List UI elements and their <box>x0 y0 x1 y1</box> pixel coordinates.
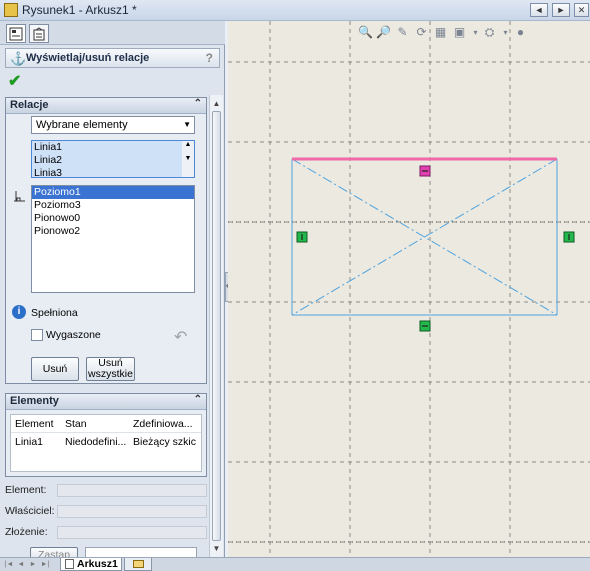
relations-group-header[interactable]: Relacje ⌃ <box>6 98 206 114</box>
owner-field <box>57 505 207 518</box>
prev-sheet-icon[interactable]: ◄ <box>16 559 26 570</box>
scroll-thumb[interactable] <box>212 111 221 541</box>
element-field-label: Element: <box>5 484 47 496</box>
close-window-button[interactable]: ✕ <box>574 3 589 17</box>
replace-button[interactable]: Zastąp <box>30 547 78 557</box>
rotate-icon[interactable]: ⟳ <box>414 25 429 40</box>
elements-table-header: Element Stan Zdefiniowa... <box>11 415 201 433</box>
suppressed-label: Wygaszone <box>46 329 101 341</box>
section-view-icon[interactable]: ▦ <box>433 25 448 40</box>
tab-feature-tree[interactable] <box>6 24 26 43</box>
elements-group-header[interactable]: Elementy ⌃ <box>6 394 206 410</box>
relations-filter-value: Wybrane elementy <box>36 119 128 131</box>
column-header-element[interactable]: Element <box>15 418 63 430</box>
panel-tabs <box>0 21 225 45</box>
view-orientation-icon[interactable]: ▣ <box>452 25 467 40</box>
elements-table: Element Stan Zdefiniowa... Linia1 Niedod… <box>10 414 202 472</box>
zoom-to-fit-icon[interactable]: 🔍 <box>358 25 373 40</box>
table-cell: Bieżący szkic <box>133 436 197 448</box>
elements-group: Elementy ⌃ Element Stan Zdefiniowa... Li… <box>5 393 207 477</box>
relations-list[interactable]: Poziomo1 Poziomo3 Pionowo0 Pionowo2 <box>31 185 195 293</box>
list-item[interactable]: Linia1 <box>32 141 194 154</box>
list-item[interactable]: Pionowo0 <box>32 212 194 225</box>
elements-group-title: Elementy <box>10 395 59 407</box>
window-title: Rysunek1 - Arkusz1 * <box>22 3 137 17</box>
relation-status-text: Spełniona <box>31 307 78 319</box>
property-manager-panel: ⚓ Wyświetlaj/usuń relacje ? ✔ Relacje ⌃ … <box>0 21 225 557</box>
add-sheet-button[interactable] <box>124 558 152 571</box>
drawing-canvas[interactable]: 🔍 🔎 ✎ ⟳ ▦ ▣ ▾ ⛭ ▾ ● <box>228 21 590 557</box>
hide-show-icon[interactable]: ⛭ <box>482 25 497 40</box>
entities-scrollbar[interactable]: ▲ ▼ <box>182 141 194 177</box>
table-cell: Linia1 <box>15 436 44 448</box>
first-sheet-icon[interactable]: |◄ <box>4 559 14 570</box>
sheet-tab-label: Arkusz1 <box>77 558 118 570</box>
column-header-state[interactable]: Stan <box>65 418 127 430</box>
list-item[interactable]: Linia3 <box>32 167 194 177</box>
property-manager-title: Wyświetlaj/usuń relacje <box>26 52 150 64</box>
list-item[interactable]: Poziomo3 <box>32 199 194 212</box>
assembly-field <box>57 526 207 539</box>
delete-button[interactable]: Usuń <box>31 357 79 381</box>
help-icon[interactable]: ? <box>206 51 213 65</box>
suppressed-checkbox[interactable] <box>31 329 43 341</box>
sheet-tab-arkusz1[interactable]: Arkusz1 <box>60 558 122 571</box>
column-header-defined-in[interactable]: Zdefiniowa... <box>133 418 201 430</box>
chevron-down-icon: ▼ <box>183 120 191 129</box>
grid-lines <box>228 21 590 557</box>
last-sheet-icon[interactable]: ►| <box>40 559 50 570</box>
list-item[interactable]: Pionowo2 <box>32 225 194 238</box>
add-sheet-icon <box>133 560 144 568</box>
info-icon: i <box>12 305 26 319</box>
list-item[interactable]: Poziomo1 <box>32 186 194 199</box>
ok-check-icon[interactable]: ✔ <box>8 71 21 91</box>
relation-type-icon <box>14 191 25 202</box>
list-item[interactable]: Linia2 <box>32 154 194 167</box>
scroll-down-icon[interactable]: ▼ <box>210 542 223 555</box>
collapse-icon[interactable]: ⌃ <box>194 98 202 109</box>
next-window-button[interactable]: ► <box>552 3 570 17</box>
relation-markers <box>296 165 575 332</box>
panel-scrollbar[interactable]: ▲ ▼ <box>209 95 223 557</box>
owner-field-label: Właściciel: <box>5 505 55 517</box>
property-scroll-area: Relacje ⌃ Wybrane elementy ▼ Linia1 Lini… <box>5 95 207 557</box>
relations-icon: ⚓ <box>10 51 27 66</box>
sketch-rectangle <box>291 158 558 316</box>
feature-tree-icon <box>9 27 23 41</box>
zoom-to-area-icon[interactable]: 🔎 <box>376 25 391 40</box>
table-row[interactable]: Linia1 Niedodefini... Bieżący szkic <box>11 434 201 450</box>
window-title-bar: Rysunek1 - Arkusz1 * ◄ ► ✕ <box>0 0 590 21</box>
relations-group-title: Relacje <box>10 99 49 111</box>
assembly-field-label: Złożenie: <box>5 526 48 538</box>
chevron-down-icon[interactable]: ▾ <box>498 25 513 40</box>
relations-filter-dropdown[interactable]: Wybrane elementy ▼ <box>31 116 195 134</box>
collapse-icon[interactable]: ⌃ <box>194 394 202 405</box>
next-sheet-icon[interactable]: ► <box>28 559 38 570</box>
appearance-icon[interactable]: ● <box>513 25 528 40</box>
select-tool-icon[interactable]: ✎ <box>395 25 410 40</box>
sheet-tab-bar: |◄ ◄ ► ►| Arkusz1 <box>0 557 590 571</box>
property-manager-header: ⚓ Wyświetlaj/usuń relacje ? <box>5 48 220 68</box>
sheet-icon <box>65 559 74 569</box>
chevron-down-icon[interactable]: ▾ <box>468 25 483 40</box>
app-icon <box>4 3 18 17</box>
tab-property-manager[interactable] <box>29 24 49 43</box>
entities-list[interactable]: Linia1 Linia2 Linia3 ▲ ▼ <box>31 140 195 178</box>
property-manager-icon <box>33 27 45 41</box>
relations-group: Relacje ⌃ Wybrane elementy ▼ Linia1 Lini… <box>5 97 207 384</box>
element-field <box>57 484 207 497</box>
scroll-up-icon[interactable]: ▲ <box>210 97 223 110</box>
delete-all-button[interactable]: Usuń wszystkie <box>86 357 135 381</box>
undo-icon[interactable]: ↶ <box>174 327 187 347</box>
prev-window-button[interactable]: ◄ <box>530 3 548 17</box>
drawing-grid <box>228 21 590 557</box>
table-cell: Niedodefini... <box>65 436 127 448</box>
replace-entity-field[interactable] <box>85 547 197 557</box>
